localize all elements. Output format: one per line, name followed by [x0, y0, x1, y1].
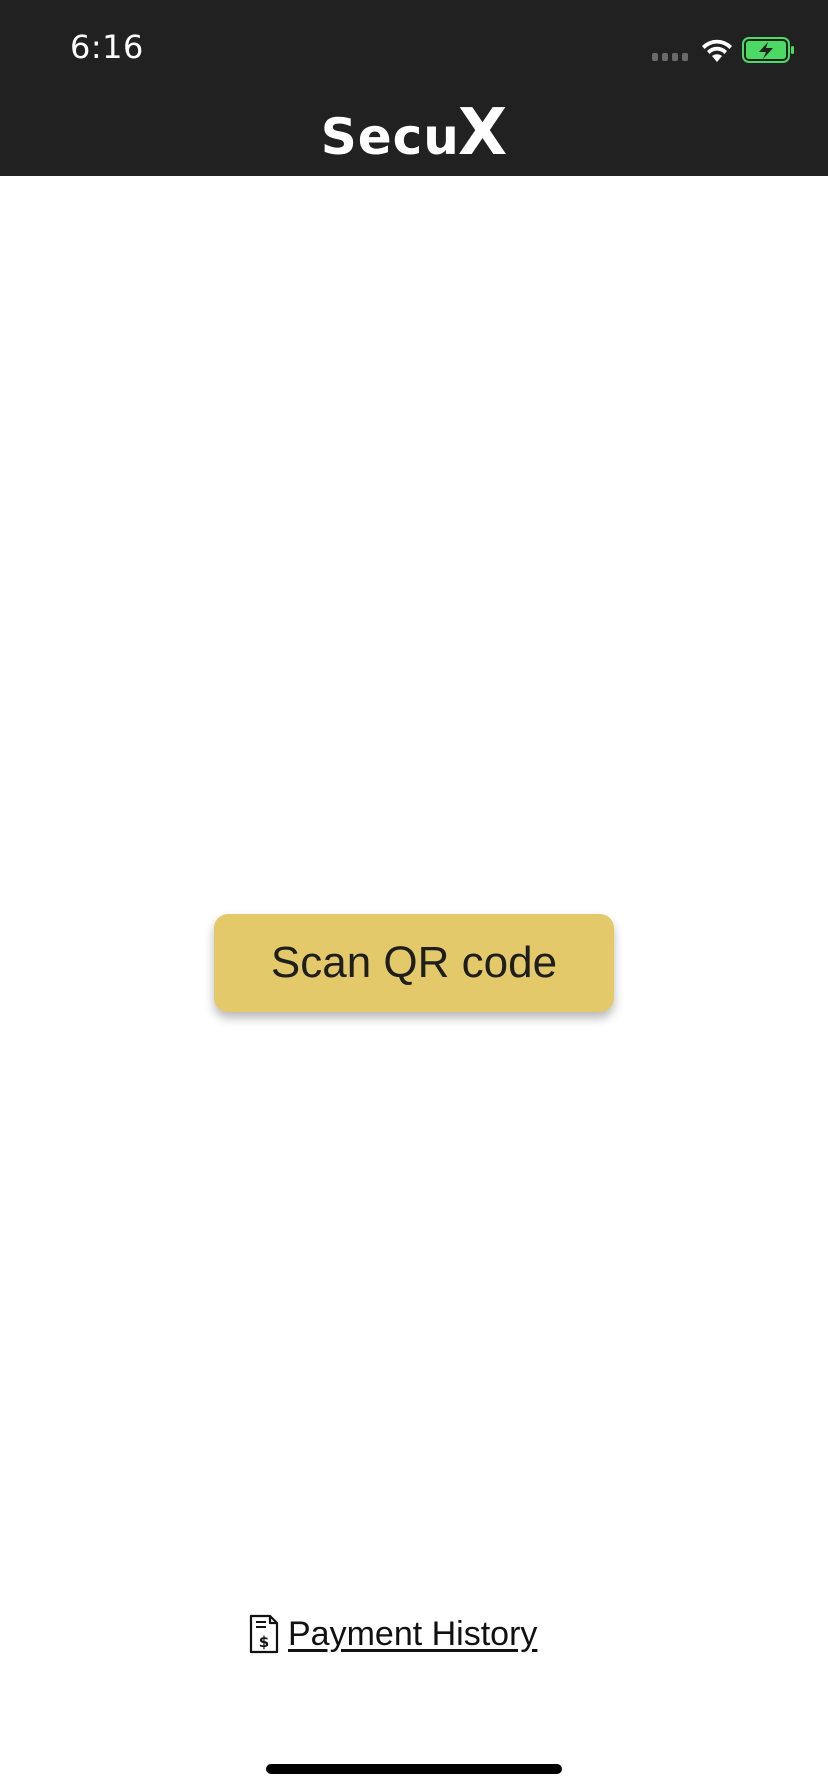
wifi-icon — [702, 39, 732, 62]
top-bar: 6:16 SecuX — [0, 0, 828, 176]
signal-bars-icon — [652, 53, 688, 61]
brand-logo-x: X — [457, 96, 508, 170]
brand-logo-secu: Secu — [320, 108, 460, 166]
receipt-dollar-icon: $ — [249, 1614, 279, 1654]
brand-logo: SecuX — [0, 96, 828, 170]
payment-history-link[interactable]: $ Payment History — [248, 1614, 537, 1654]
home-indicator[interactable] — [266, 1764, 562, 1774]
battery-charging-icon — [742, 37, 794, 63]
scan-qr-code-button[interactable]: Scan QR code — [214, 914, 614, 1012]
payment-history-label: Payment History — [288, 1614, 538, 1653]
svg-text:$: $ — [259, 1633, 269, 1651]
status-time: 6:16 — [70, 28, 144, 66]
